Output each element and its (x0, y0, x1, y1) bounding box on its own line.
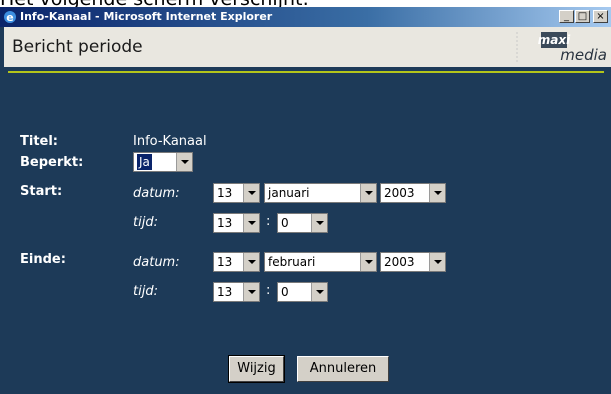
einde-month-select[interactable]: februari (264, 252, 377, 272)
start-day-select[interactable]: 13 (213, 183, 260, 203)
page-header: Bericht periode maxi media (4, 27, 611, 67)
einde-label: Einde: (20, 252, 66, 267)
start-datum-label: datum: (133, 186, 180, 201)
chevron-down-icon (311, 214, 327, 232)
beperkt-value: Ja (137, 154, 152, 170)
svg-text:media: media (560, 46, 607, 64)
beperkt-label: Beperkt: (20, 155, 84, 170)
einde-hour-select[interactable]: 13 (213, 282, 260, 302)
wijzig-button[interactable]: Wijzig (229, 356, 284, 382)
einde-datum-label: datum: (133, 255, 180, 270)
chevron-down-icon (360, 184, 376, 202)
close-button[interactable]: × (593, 10, 608, 23)
browser-window: e Info-Kanaal - Microsoft Internet Explo… (0, 7, 611, 394)
start-time-separator: : (266, 214, 271, 229)
chevron-down-icon (176, 153, 192, 171)
internet-explorer-icon: e (4, 11, 16, 24)
annuleren-button[interactable]: Annuleren (297, 356, 389, 382)
start-hour-select[interactable]: 13 (213, 213, 260, 233)
chevron-down-icon (360, 253, 376, 271)
start-month-select[interactable]: januari (264, 183, 377, 203)
svg-text:e: e (6, 11, 13, 24)
chevron-down-icon (429, 184, 445, 202)
chevron-down-icon (243, 214, 259, 232)
start-label: Start: (20, 184, 63, 199)
svg-text:maxi: maxi (538, 33, 571, 47)
page-title: Bericht periode (12, 37, 143, 57)
chevron-down-icon (243, 253, 259, 271)
einde-minute-select[interactable]: 0 (277, 282, 328, 302)
title-bar: e Info-Kanaal - Microsoft Internet Explo… (0, 7, 611, 27)
chevron-down-icon (243, 184, 259, 202)
chevron-down-icon (311, 283, 327, 301)
window-title: Info-Kanaal - Microsoft Internet Explore… (20, 10, 273, 23)
einde-tijd-label: tijd: (133, 284, 158, 299)
chevron-down-icon (243, 283, 259, 301)
titel-value: Info-Kanaal (133, 134, 207, 149)
einde-time-separator: : (266, 283, 271, 298)
beperkt-select[interactable]: Ja (133, 152, 193, 172)
chevron-down-icon (429, 253, 445, 271)
einde-day-select[interactable]: 13 (213, 252, 260, 272)
titel-label: Titel: (20, 134, 59, 149)
maximize-button[interactable]: □ (575, 10, 590, 23)
einde-year-select[interactable]: 2003 (380, 252, 446, 272)
start-year-select[interactable]: 2003 (380, 183, 446, 203)
maxi-media-logo: maxi media (516, 32, 607, 64)
minimize-button[interactable]: _ (559, 10, 574, 23)
header-divider (8, 71, 604, 73)
start-tijd-label: tijd: (133, 215, 158, 230)
start-minute-select[interactable]: 0 (277, 213, 328, 233)
